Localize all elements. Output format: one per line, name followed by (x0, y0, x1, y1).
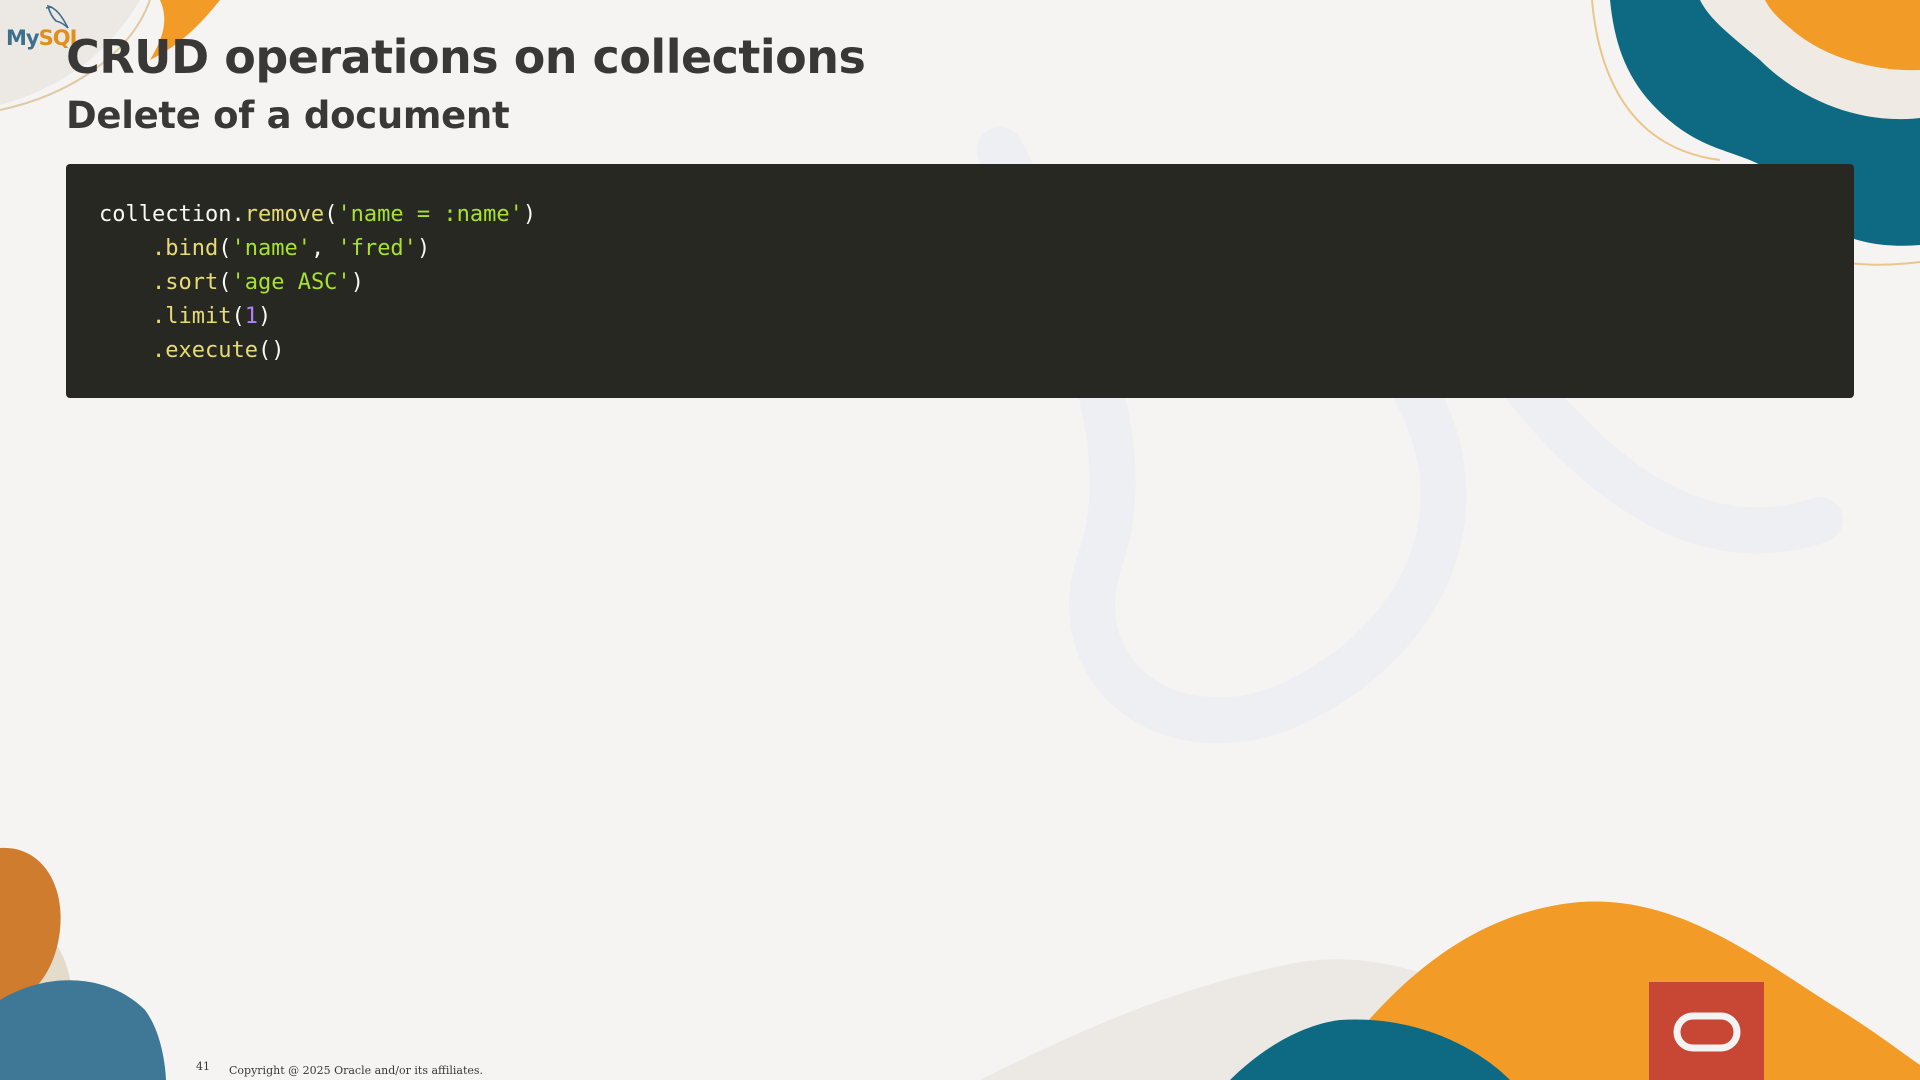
background-decoration (0, 0, 1920, 1080)
code-method-bind: .bind (151, 236, 219, 261)
slide: MySQL CRUD operations on collections Del… (0, 0, 1920, 1080)
code-method-remove: remove (244, 202, 325, 227)
code-string: 'fred' (337, 236, 417, 261)
code-paren-close: ) (257, 304, 272, 329)
slide-subtitle: Delete of a document (66, 94, 510, 137)
code-line-4: .limit(1) (99, 300, 1821, 334)
logo-text-my: My (6, 26, 40, 50)
code-block: collection.remove('name = :name') .bind(… (66, 164, 1854, 398)
oracle-ring-icon (1673, 1012, 1741, 1052)
code-string: 'name' (231, 236, 311, 261)
copyright-text: Copyright @ 2025 Oracle and/or its affil… (229, 1064, 484, 1077)
code-paren-open: ( (218, 236, 232, 261)
code-line-3: .sort('age ASC') (99, 266, 1821, 300)
code-object: collection (99, 202, 232, 227)
code-string: 'age ASC' (231, 270, 351, 295)
code-paren-close: ) (350, 270, 364, 295)
code-method-limit: .limit (151, 304, 232, 329)
code-number: 1 (244, 304, 258, 329)
code-paren-open: ( (218, 270, 232, 295)
code-line-1: collection.remove('name = :name') (99, 198, 1821, 232)
code-paren-close: ) (522, 202, 537, 227)
code-line-2: .bind('name', 'fred') (99, 232, 1821, 266)
code-line-5: .execute() (99, 334, 1821, 368)
code-method-execute: .execute (151, 338, 258, 363)
oracle-logo (1649, 982, 1764, 1080)
slide-title: CRUD operations on collections (66, 30, 866, 84)
page-number: 41 (196, 1060, 210, 1073)
code-method-sort: .sort (151, 270, 219, 295)
code-paren-open: ( (324, 202, 338, 227)
bottom-left-blue-shape (0, 980, 166, 1080)
code-dot: . (231, 202, 245, 227)
code-string: 'name = :name' (337, 202, 523, 227)
code-paren-close: ) (416, 236, 431, 261)
code-separator: , (310, 236, 338, 261)
code-parens: () (257, 338, 285, 363)
code-paren-open: ( (231, 304, 245, 329)
